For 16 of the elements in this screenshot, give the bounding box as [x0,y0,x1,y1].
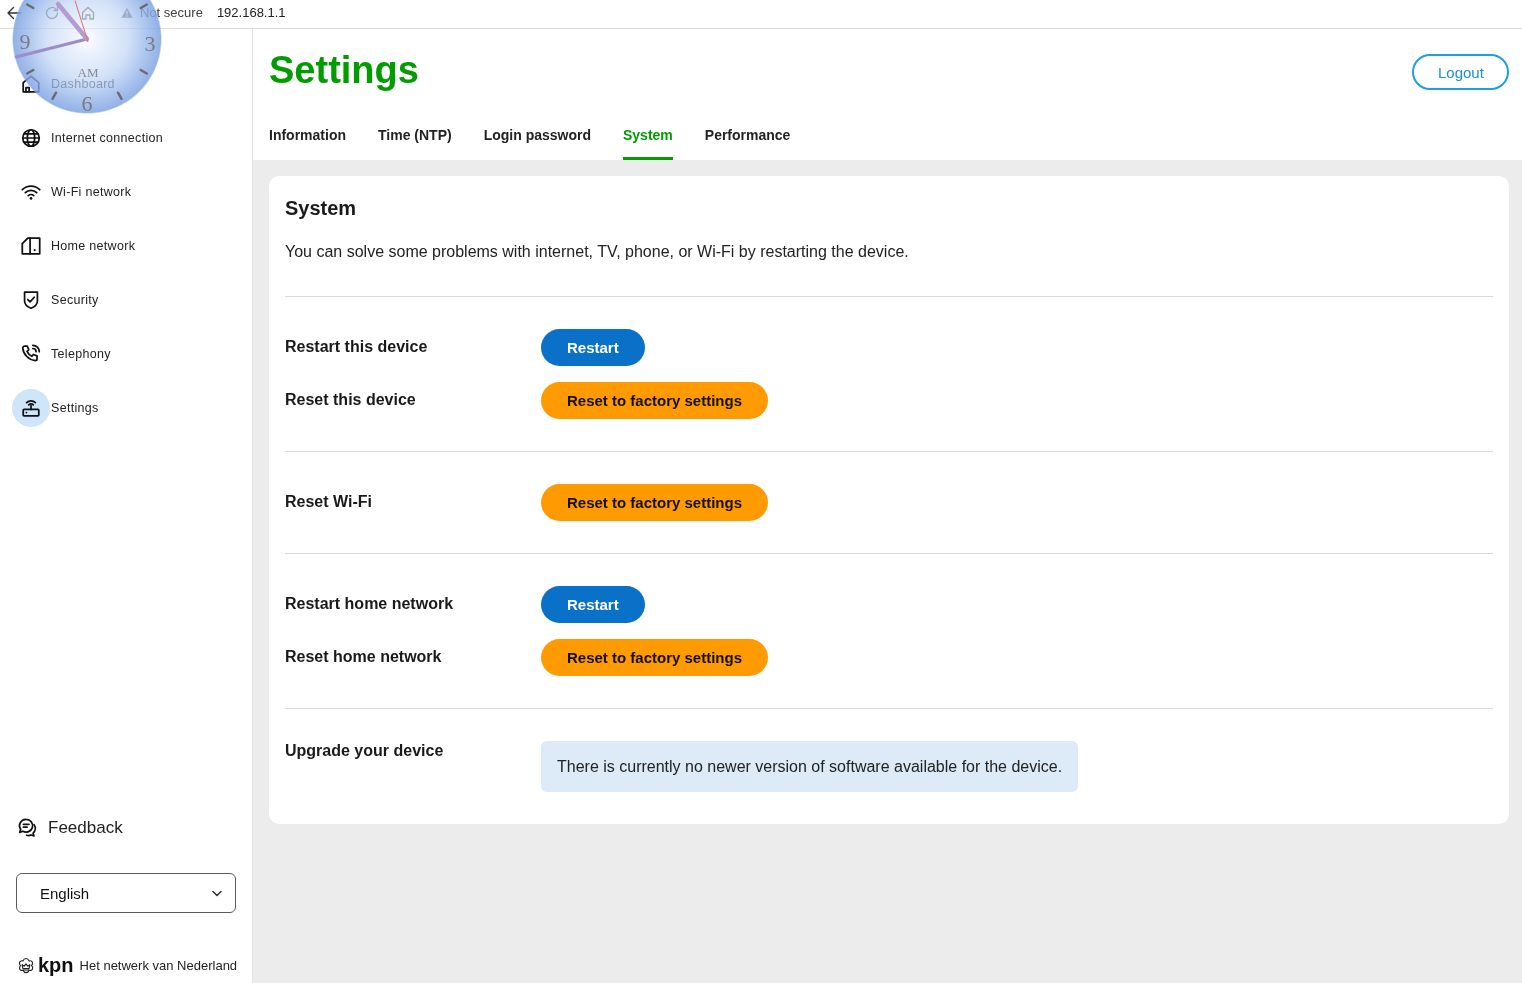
setting-label: Reset home network [285,647,443,667]
setting-label: Restart this device [285,337,429,357]
setting-label: Reset Wi-Fi [285,492,373,512]
setting-label: Restart home network [285,594,455,614]
card-title: System [285,196,358,221]
card-description: You can solve some problems with internet, TV, phone, or Wi-Fi by restarting the device. [285,242,910,262]
setting-label: Reset this device [285,390,417,410]
page-title: Settings [269,48,419,92]
logo-wordmark: kpn [38,955,74,975]
clock-numeral: 9 [19,29,31,54]
setting-label: Upgrade your device [285,741,445,761]
info-message: There is currently no newer version of software available for the device. [541,741,1079,792]
clock-period-label: AM [77,64,99,80]
clock-numeral: 3 [144,31,156,56]
brand-tagline: Het netwerk van Nederland [79,957,238,973]
clock-numeral: 6 [81,91,93,116]
